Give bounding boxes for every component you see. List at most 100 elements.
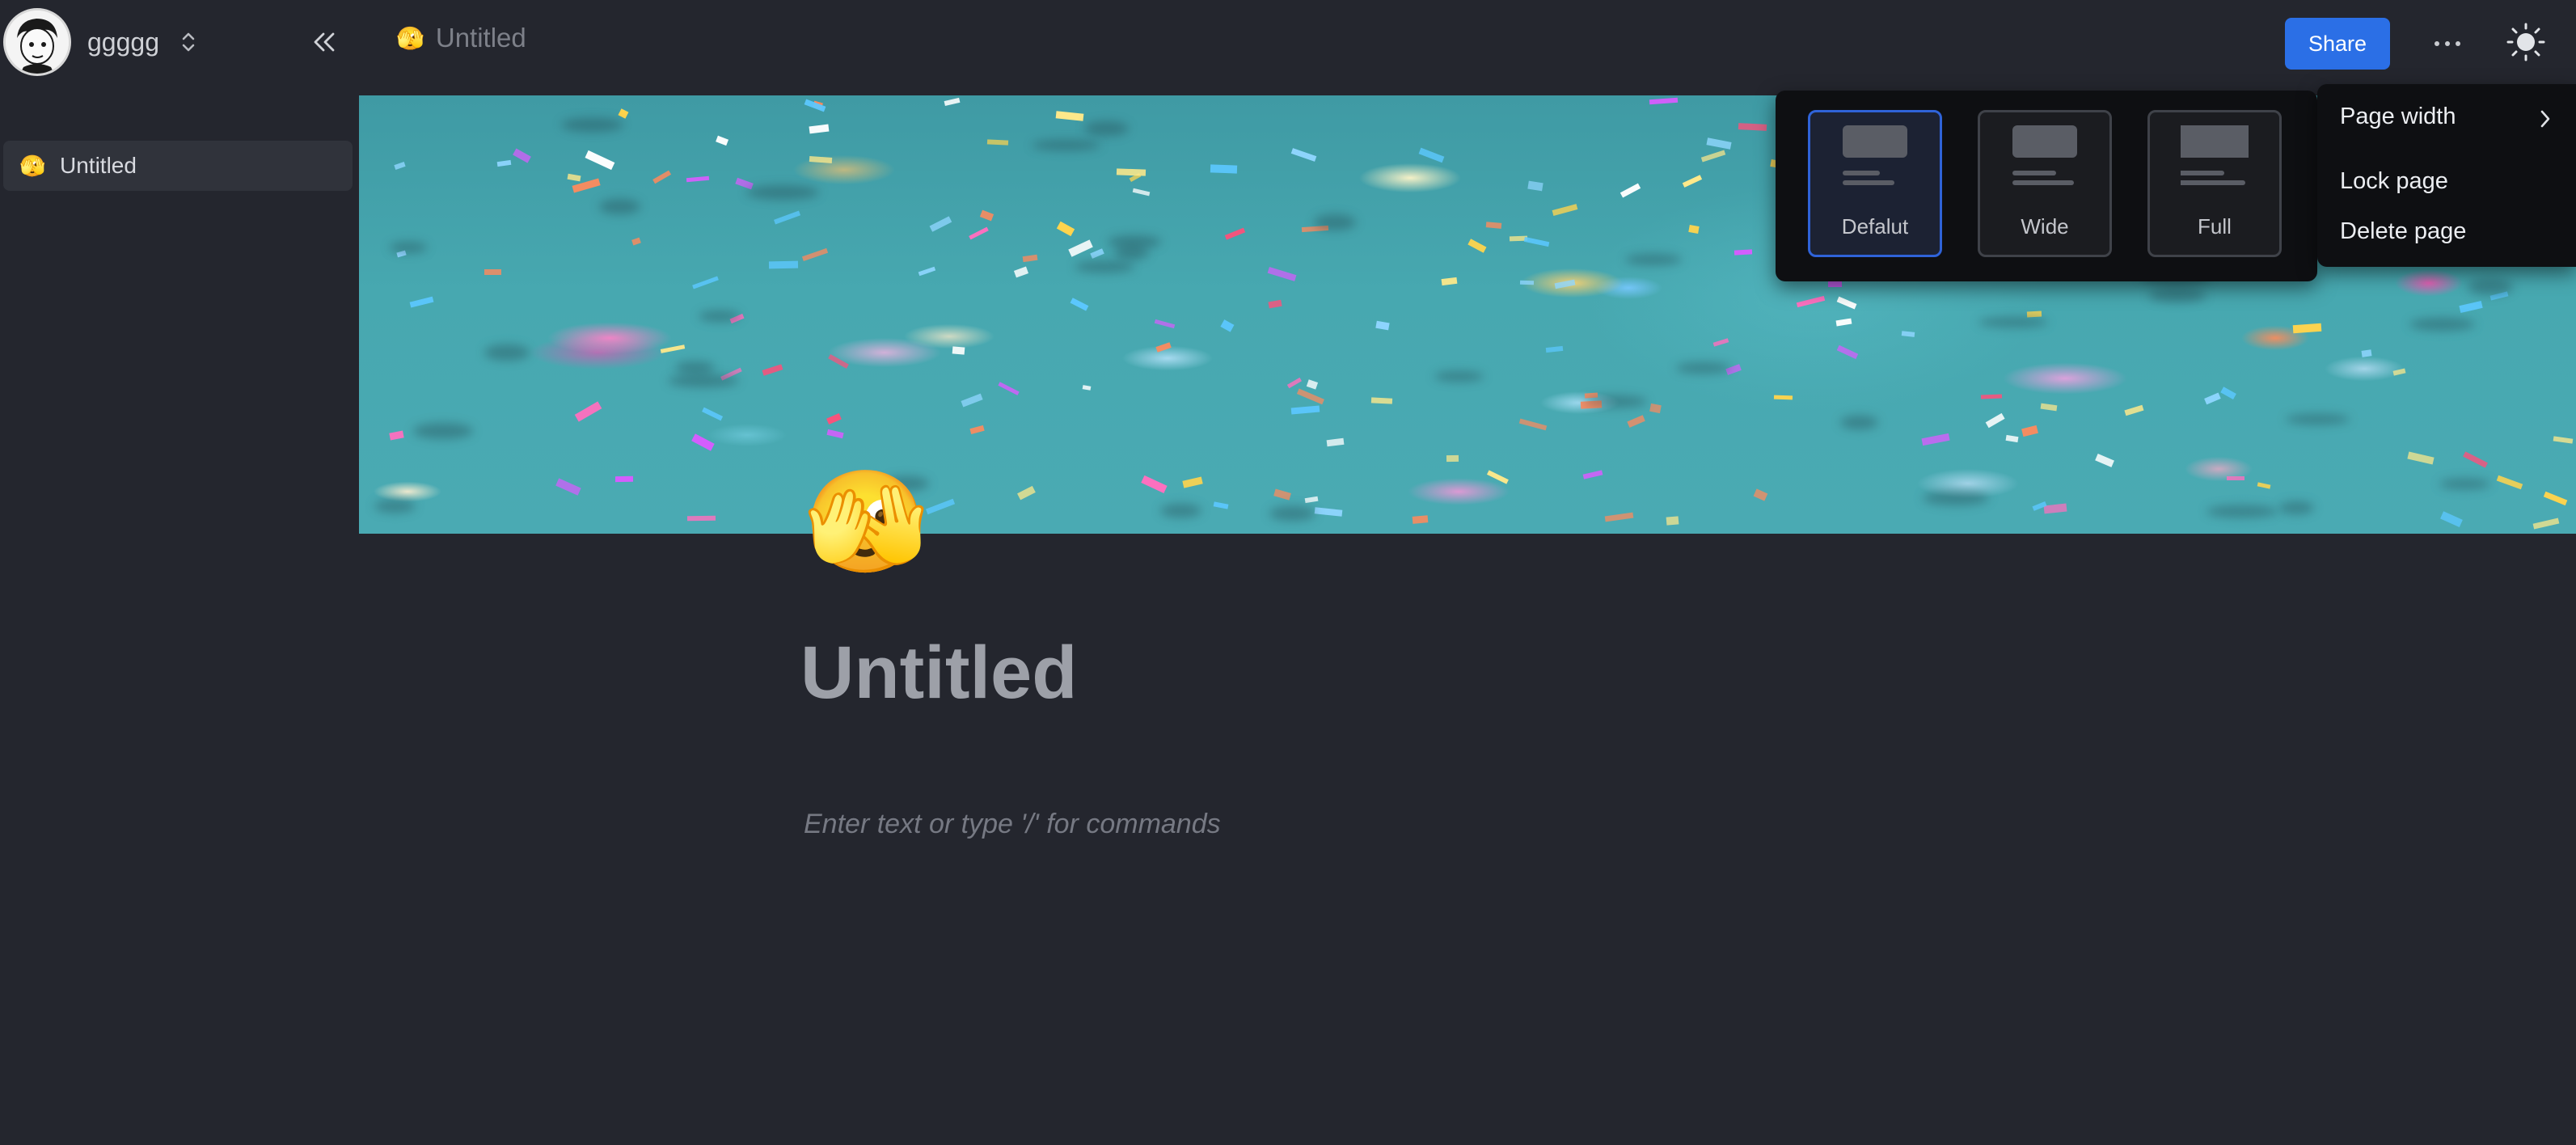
wide-width-icon: [2012, 125, 2077, 185]
confetti-shadow: [1269, 506, 1316, 522]
confetti-piece: [702, 407, 724, 421]
confetti-piece: [2459, 300, 2483, 313]
menu-item-label: Page width: [2340, 104, 2456, 129]
confetti-piece: [1836, 296, 1857, 310]
page-title[interactable]: Untitled: [800, 631, 1077, 716]
confetti-piece: [409, 296, 434, 308]
confetti-shadow: [389, 242, 427, 253]
confetti-piece: [2219, 387, 2236, 399]
confetti-shadow: [2285, 414, 2350, 425]
default-width-icon: [1843, 125, 1907, 185]
breadcrumb[interactable]: 🫣 Untitled: [396, 23, 526, 53]
editor-placeholder[interactable]: Enter text or type '/' for commands: [804, 809, 1221, 840]
confetti-piece: [969, 226, 990, 240]
confetti-piece: [1418, 147, 1445, 163]
confetti-piece: [618, 108, 629, 119]
confetti-piece: [1290, 148, 1317, 162]
menu-item-label: Delete page: [2340, 218, 2467, 244]
width-option-wide[interactable]: Wide: [1978, 110, 2112, 257]
confetti-shadow: [374, 499, 416, 513]
sidebar-item-untitled[interactable]: 🫣 Untitled: [3, 141, 353, 191]
confetti-piece: [1706, 137, 1732, 150]
confetti-piece: [1155, 342, 1172, 353]
confetti-piece: [661, 344, 686, 354]
confetti-piece: [998, 382, 1020, 396]
confetti-shadow: [1675, 361, 1732, 374]
confetti-shadow: [1922, 491, 1989, 505]
confetti-piece: [1055, 111, 1084, 122]
confetti-piece: [986, 139, 1009, 146]
width-option-label: Full: [2198, 214, 2232, 239]
workspace-switcher[interactable]: ggggg: [3, 8, 198, 76]
confetti-piece: [1290, 405, 1320, 416]
confetti-piece: [1605, 512, 1634, 522]
confetti-shadow: [484, 344, 530, 361]
confetti-piece: [1133, 188, 1151, 196]
confetti-piece: [1213, 501, 1229, 510]
confetti-shadow: [1074, 260, 1134, 273]
breadcrumb-emoji-icon: 🫣: [396, 25, 424, 51]
confetti-piece: [1412, 514, 1429, 524]
width-option-label: Wide: [2021, 214, 2069, 239]
share-button[interactable]: Share: [2285, 18, 2390, 70]
confetti-piece: [389, 430, 405, 441]
sidebar: ggggg 🫣 Untitled: [0, 0, 356, 1145]
chevron-up-down-icon[interactable]: [179, 26, 198, 58]
confetti-piece: [1224, 227, 1246, 241]
confetti-shadow: [561, 117, 623, 133]
confetti-piece: [801, 247, 828, 261]
confetti-piece: [1921, 433, 1950, 446]
confetti-piece: [762, 364, 783, 376]
confetti-piece: [1268, 299, 1283, 309]
double-chevron-left-icon[interactable]: [307, 26, 344, 58]
confetti-shadow: [1434, 370, 1484, 382]
confetti-shadow: [1159, 503, 1202, 518]
confetti-piece: [2407, 451, 2435, 465]
menu-item-page-width[interactable]: Page width: [2340, 104, 2456, 130]
menu-item-delete-page[interactable]: Delete page: [2340, 218, 2466, 245]
confetti-shadow: [667, 374, 740, 388]
confetti-piece: [1649, 403, 1662, 414]
confetti-piece: [952, 346, 965, 355]
width-option-default[interactable]: Defalut: [1808, 110, 1942, 257]
confetti-piece: [1296, 388, 1324, 404]
confetti-piece: [2040, 403, 2058, 411]
confetti-shadow: [1624, 253, 1682, 265]
confetti-piece: [1738, 122, 1767, 132]
confetti-piece: [1220, 319, 1235, 332]
confetti-piece: [631, 237, 642, 246]
confetti-shadow: [413, 423, 473, 440]
confetti-piece: [1314, 507, 1343, 518]
confetti-piece: [1286, 377, 1303, 389]
confetti-piece: [686, 176, 710, 183]
confetti-piece: [2543, 491, 2568, 506]
confetti-piece: [826, 429, 844, 439]
confetti-piece: [2257, 482, 2271, 489]
menu-item-lock-page[interactable]: Lock page: [2340, 168, 2448, 195]
confetti-piece: [1582, 470, 1603, 480]
theme-sun-icon[interactable]: [2505, 21, 2547, 63]
confetti-piece: [2440, 511, 2463, 527]
avatar[interactable]: [3, 8, 71, 76]
page-icon[interactable]: 🫣: [804, 472, 928, 572]
confetti-shadow: [1313, 213, 1356, 230]
confetti-piece: [2204, 393, 2221, 405]
width-option-full[interactable]: Full: [2147, 110, 2282, 257]
confetti-piece: [809, 155, 834, 164]
confetti-piece: [1554, 279, 1575, 289]
full-width-icon: [2181, 125, 2249, 185]
menu-item-label: Lock page: [2340, 168, 2448, 194]
confetti-piece: [1326, 438, 1345, 447]
confetti-piece: [1070, 297, 1089, 311]
confetti-piece: [1067, 239, 1093, 257]
confetti-piece: [585, 150, 615, 170]
confetti-piece: [1446, 454, 1459, 463]
confetti-piece: [1836, 345, 1859, 360]
confetti-piece: [809, 124, 829, 134]
confetti-shadow: [1978, 316, 2048, 327]
confetti-piece: [1375, 320, 1389, 330]
more-horizontal-icon[interactable]: [2427, 26, 2468, 61]
confetti-piece: [513, 148, 531, 163]
confetti-piece: [1552, 204, 1579, 217]
confetti-piece: [980, 209, 995, 222]
